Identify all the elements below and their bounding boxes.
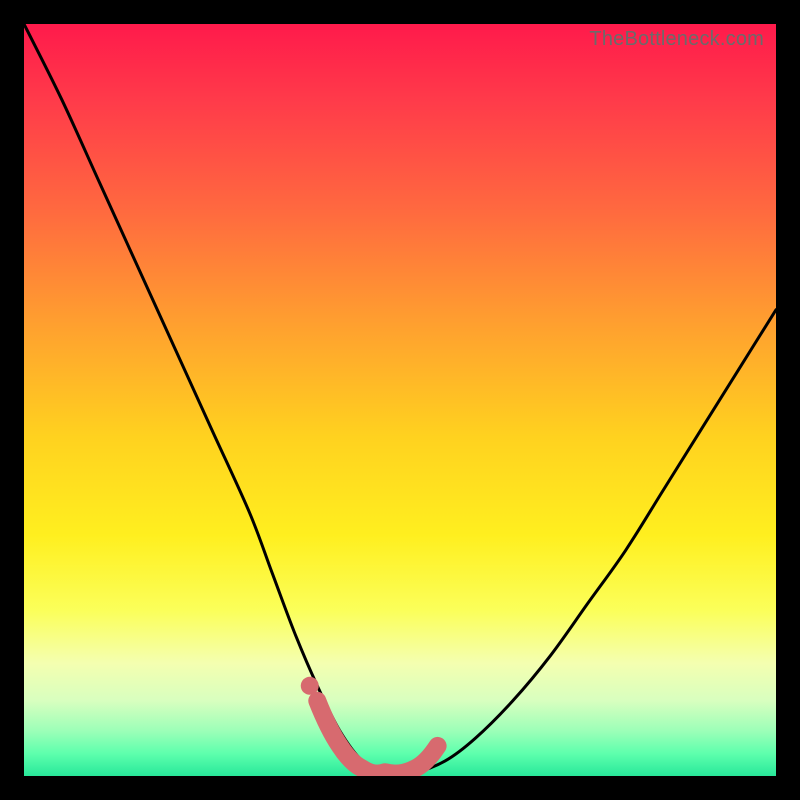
chart-svg (24, 24, 776, 776)
watermark-text: TheBottleneck.com (589, 28, 764, 51)
accent-region (317, 701, 437, 774)
bottleneck-curve (24, 24, 776, 774)
chart-area: TheBottleneck.com (24, 24, 776, 776)
